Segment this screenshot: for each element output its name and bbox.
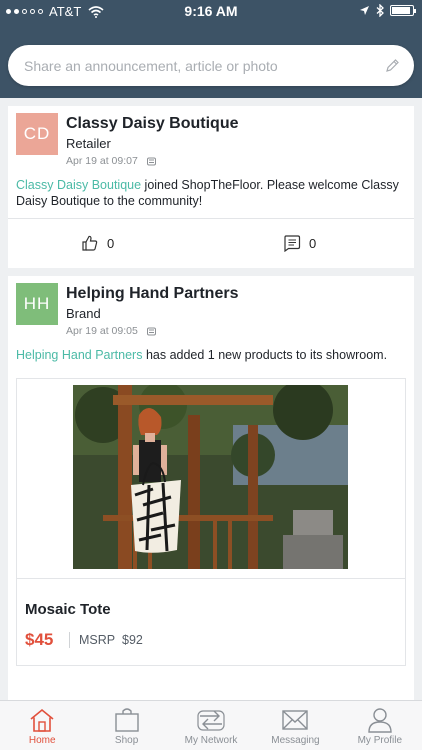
battery-level [392, 7, 410, 14]
comment-button[interactable]: 0 [283, 234, 316, 252]
business-type: Retailer [66, 136, 111, 151]
network-icon [197, 710, 225, 731]
product-price: $45 [25, 630, 54, 649]
like-button[interactable]: 0 [81, 234, 114, 252]
tab-label: Home [28, 735, 56, 746]
business-name[interactable]: Helping Hand Partners [66, 285, 238, 303]
business-name[interactable]: Classy Daisy Boutique [66, 115, 239, 133]
status-bar: AT&T 9:16 AM [0, 0, 422, 22]
tab-bar: Home Shop My Network Messaging My Profil… [0, 700, 422, 750]
product-photo[interactable] [73, 385, 348, 569]
feed-post: HH Helping Hand Partners Brand Apr 19 at… [8, 276, 414, 700]
post-timestamp: Apr 19 at 09:07 [66, 155, 138, 167]
news-feed[interactable]: CD Classy Daisy Boutique Retailer Apr 19… [0, 98, 422, 700]
post-body: Helping Hand Partners has added 1 new pr… [16, 347, 408, 363]
tab-shop[interactable]: Shop [84, 701, 168, 750]
business-type: Brand [66, 306, 101, 321]
business-link[interactable]: Helping Hand Partners [16, 348, 142, 362]
avatar[interactable]: CD [16, 113, 58, 155]
tab-home[interactable]: Home [0, 701, 84, 750]
battery-icon [390, 5, 416, 16]
avatar[interactable]: HH [16, 283, 58, 325]
tab-label: Shop [114, 735, 139, 746]
envelope-icon [282, 710, 309, 730]
post-meta: Apr 19 at 09:07 [66, 155, 157, 167]
app-header [0, 22, 422, 98]
tab-messaging[interactable]: Messaging [253, 701, 337, 750]
tab-label: My Profile [357, 735, 403, 746]
tab-my-profile[interactable]: My Profile [338, 701, 422, 750]
thumbs-up-icon [82, 235, 98, 251]
share-composer[interactable] [8, 45, 414, 86]
tab-label: Messaging [271, 735, 320, 746]
globe-icon [146, 327, 156, 335]
post-text: has added 1 new products to its showroom… [142, 348, 388, 362]
business-link[interactable]: Classy Daisy Boutique [16, 178, 141, 192]
price-divider [69, 632, 70, 648]
divider [17, 578, 405, 579]
share-input[interactable] [24, 57, 384, 74]
location-arrow-icon [360, 6, 369, 15]
msrp-label: MSRP [79, 633, 116, 647]
comment-icon [284, 235, 301, 252]
like-count: 0 [107, 235, 115, 251]
post-meta: Apr 19 at 09:05 [66, 325, 157, 337]
post-actions: 0 0 [8, 218, 414, 266]
product-name[interactable]: Mosaic Tote [25, 601, 111, 618]
feed-post: CD Classy Daisy Boutique Retailer Apr 19… [8, 106, 414, 268]
msrp-price: $92 [122, 633, 143, 647]
status-icons [359, 4, 416, 17]
bluetooth-icon [376, 4, 384, 17]
shopping-bag-icon [114, 708, 139, 732]
profile-icon [368, 708, 392, 733]
comment-count: 0 [309, 235, 317, 251]
post-timestamp: Apr 19 at 09:05 [66, 325, 138, 337]
tab-label: My Network [184, 735, 238, 746]
post-body: Classy Daisy Boutique joined ShopTheFloo… [16, 177, 408, 209]
product-card[interactable]: Mosaic Tote $45 MSRP $92 [16, 378, 406, 666]
home-icon [30, 708, 54, 732]
globe-icon [146, 157, 156, 165]
tab-my-network[interactable]: My Network [169, 701, 253, 750]
pencil-icon[interactable] [384, 58, 400, 74]
